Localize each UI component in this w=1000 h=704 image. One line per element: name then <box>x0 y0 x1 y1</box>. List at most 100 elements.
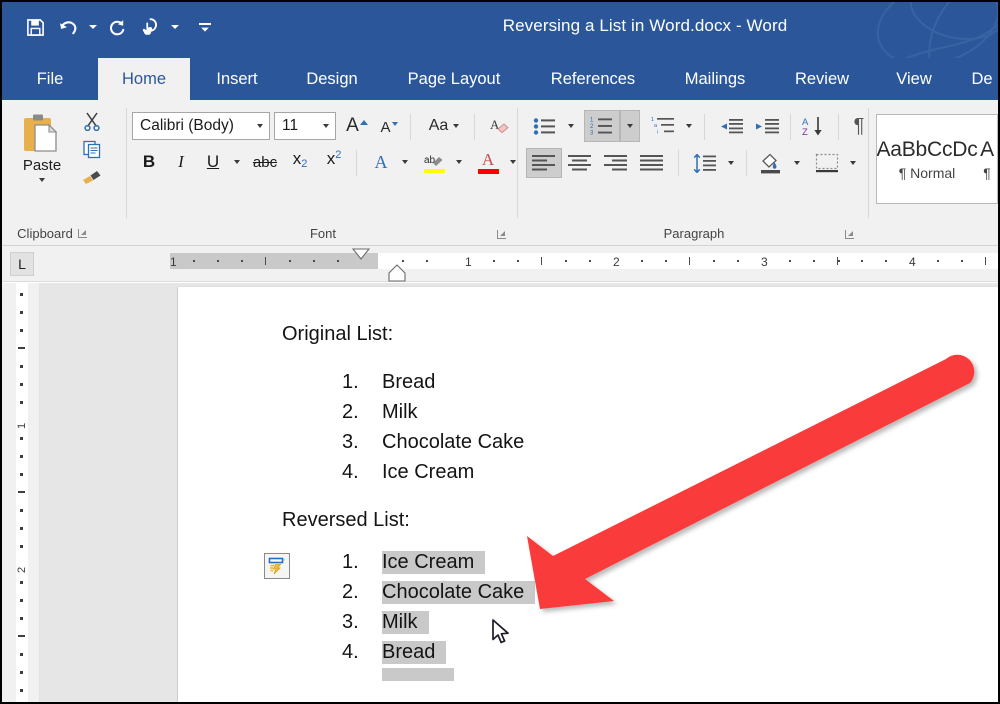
italic-button[interactable]: I <box>166 148 196 176</box>
style-preview-text: A <box>980 137 994 161</box>
font-color-button[interactable]: A <box>472 148 504 176</box>
list-item[interactable]: 1. Ice Cream <box>342 551 486 574</box>
autocorrect-options-icon <box>268 557 286 575</box>
numbered-list-icon: 1 2 3 <box>590 117 612 136</box>
increase-indent-button[interactable] <box>750 112 784 140</box>
show-formatting-marks-button[interactable]: ¶ <box>844 112 874 140</box>
ribbon-tabs[interactable]: File Home Insert Design Page Layout Refe… <box>2 58 998 100</box>
tab-developer[interactable]: De <box>960 58 998 100</box>
chevron-down-icon <box>456 160 462 164</box>
font-name-dropdown[interactable] <box>251 113 269 139</box>
tab-home[interactable]: Home <box>98 58 190 100</box>
ruler-tick-4: 4 <box>909 255 916 269</box>
tab-references[interactable]: References <box>534 58 652 100</box>
list-number: 1. <box>342 551 359 573</box>
list-text: Bread <box>382 641 447 664</box>
tab-review[interactable]: Review <box>778 58 866 100</box>
clear-formatting-button[interactable]: A <box>484 112 514 140</box>
tab-mailings[interactable]: Mailings <box>664 58 766 100</box>
align-center-button[interactable] <box>562 148 598 178</box>
hanging-indent-marker[interactable] <box>388 264 406 282</box>
tab-file[interactable]: File <box>20 58 80 100</box>
shading-button[interactable] <box>754 148 788 178</box>
scissors-icon <box>84 112 100 131</box>
chevron-down-icon <box>686 124 692 128</box>
underline-button[interactable]: U <box>198 148 228 176</box>
font-name-combo[interactable]: Calibri (Body) <box>132 112 270 140</box>
subscript-button[interactable]: x 2 <box>284 148 316 176</box>
document-canvas[interactable]: Original List: 1. Bread 2. Milk 3. Choco… <box>40 283 998 702</box>
list-text: Milk <box>382 401 418 423</box>
highlight-button[interactable]: ab <box>418 148 450 176</box>
superscript-button[interactable]: x 2 <box>318 148 350 176</box>
numbering-button[interactable]: 1 2 3 <box>584 110 620 142</box>
align-left-button[interactable] <box>526 148 562 178</box>
borders-icon <box>815 153 839 173</box>
copy-button[interactable] <box>78 136 106 162</box>
tab-stop-selector[interactable]: L <box>10 252 34 276</box>
borders-dropdown[interactable] <box>844 148 862 178</box>
bullets-dropdown[interactable] <box>562 112 580 140</box>
style-name-text: ¶ Normal <box>898 164 956 181</box>
font-size-combo[interactable]: 11 <box>274 112 336 140</box>
svg-text:1: 1 <box>590 117 594 123</box>
align-right-button[interactable] <box>598 148 634 178</box>
window-title: Reversing a List in Word.docx - Word <box>502 16 788 35</box>
format-painter-button[interactable] <box>78 164 106 190</box>
tab-view[interactable]: View <box>880 58 948 100</box>
list-item[interactable]: 4. Ice Cream <box>342 461 474 484</box>
bold-button[interactable]: B <box>134 148 164 176</box>
strikethrough-button[interactable]: abc <box>248 148 282 176</box>
list-text: Ice Cream <box>382 461 475 483</box>
list-item[interactable]: 4. Bread <box>342 641 447 664</box>
paragraph-dialog-launcher[interactable] <box>845 229 856 240</box>
style-next[interactable]: A ¶ <box>977 115 997 203</box>
styles-gallery[interactable]: AaBbCcDc ¶ Normal A ¶ <box>876 114 998 204</box>
change-case-button[interactable]: Aa <box>420 112 468 140</box>
justify-button[interactable] <box>634 148 670 178</box>
chevron-down-icon <box>850 161 856 165</box>
document-body[interactable]: Original List: 1. Bread 2. Milk 3. Choco… <box>178 287 998 702</box>
clipboard-dialog-launcher[interactable] <box>77 228 89 239</box>
font-size-dropdown[interactable] <box>317 113 335 139</box>
list-item[interactable]: 2. Chocolate Cake <box>342 581 536 604</box>
svg-text:i: i <box>657 130 658 136</box>
list-item[interactable]: 1. Bread <box>342 371 435 394</box>
copy-icon <box>83 140 101 159</box>
highlight-color-swatch <box>423 168 445 173</box>
grow-font-button[interactable]: A <box>342 112 372 140</box>
borders-button[interactable] <box>810 148 844 178</box>
text-effects-dropdown[interactable] <box>396 148 414 176</box>
list-item[interactable]: 2. Milk <box>342 401 418 424</box>
shading-dropdown[interactable] <box>788 148 806 178</box>
bullet-list-icon <box>533 117 555 135</box>
highlight-dropdown[interactable] <box>450 148 468 176</box>
tab-design[interactable]: Design <box>290 58 374 100</box>
font-dialog-launcher[interactable] <box>497 229 508 240</box>
group-divider <box>474 114 475 140</box>
decrease-indent-button[interactable] <box>714 112 748 140</box>
first-line-indent-marker[interactable] <box>352 248 370 260</box>
text-effects-button[interactable]: A <box>366 148 396 176</box>
document-page[interactable]: Original List: 1. Bread 2. Milk 3. Choco… <box>177 287 998 702</box>
cut-button[interactable] <box>78 108 106 134</box>
underline-dropdown[interactable] <box>228 148 246 176</box>
line-spacing-dropdown[interactable] <box>722 148 740 178</box>
paste-button[interactable]: Paste <box>14 106 70 188</box>
paste-label: Paste <box>22 157 62 174</box>
tab-insert[interactable]: Insert <box>198 58 276 100</box>
list-item[interactable]: 3. Chocolate Cake <box>342 431 524 454</box>
sort-button[interactable]: A Z <box>798 112 832 140</box>
list-item[interactable]: 3. Milk <box>342 611 429 634</box>
vertical-ruler[interactable]: 1 2 <box>2 283 40 702</box>
multilevel-list-button[interactable]: 1 a i <box>646 112 680 140</box>
line-spacing-button[interactable] <box>688 148 722 178</box>
numbering-dropdown[interactable] <box>620 110 640 142</box>
style-normal[interactable]: AaBbCcDc ¶ Normal <box>877 115 978 203</box>
autocorrect-options-button[interactable] <box>264 553 290 579</box>
shrink-font-button[interactable]: A <box>374 114 404 140</box>
multilevel-list-dropdown[interactable] <box>680 112 698 140</box>
horizontal-ruler[interactable]: L 1 1 2 3 4 <box>2 246 998 282</box>
bullets-button[interactable] <box>528 112 562 140</box>
tab-page-layout[interactable]: Page Layout <box>390 58 518 100</box>
